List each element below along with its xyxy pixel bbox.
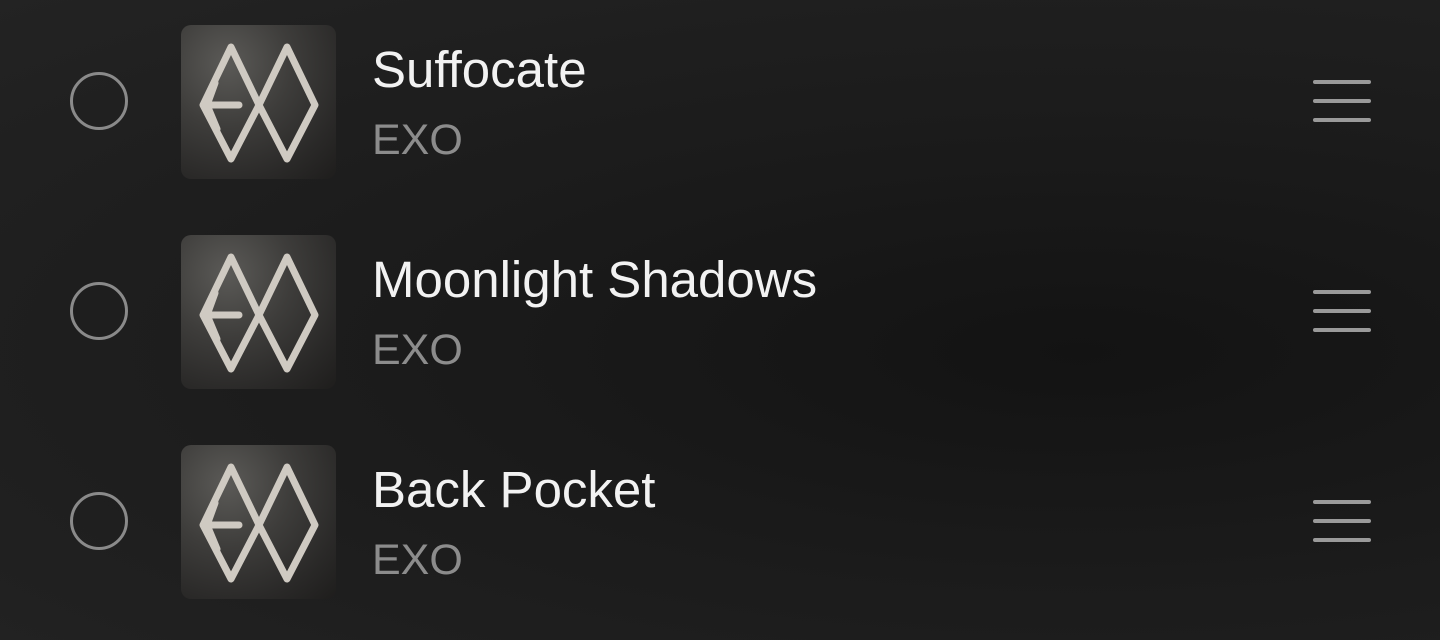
album-art [181,235,336,389]
exo-logo-art [199,43,319,163]
song-row[interactable]: Suffocate EXO [0,0,1440,210]
song-title: Moonlight Shadows [372,251,818,308]
album-art [181,25,336,179]
exo-logo-art [199,253,319,373]
album-art [181,445,336,599]
select-radio-button[interactable] [70,282,128,340]
song-row[interactable]: Moonlight Shadows EXO [0,210,1440,420]
song-artist: EXO [372,536,463,584]
drag-handle-icon[interactable] [1313,500,1371,542]
song-list: Suffocate EXO Moonlight Shadows EXO Back… [0,0,1440,640]
song-row[interactable]: Back Pocket EXO [0,420,1440,630]
drag-handle-icon[interactable] [1313,80,1371,122]
exo-logo-art [199,463,319,583]
song-artist: EXO [372,326,463,374]
select-radio-button[interactable] [70,492,128,550]
song-title: Back Pocket [372,461,656,518]
song-artist: EXO [372,116,463,164]
song-title: Suffocate [372,41,587,98]
drag-handle-icon[interactable] [1313,290,1371,332]
select-radio-button[interactable] [70,72,128,130]
